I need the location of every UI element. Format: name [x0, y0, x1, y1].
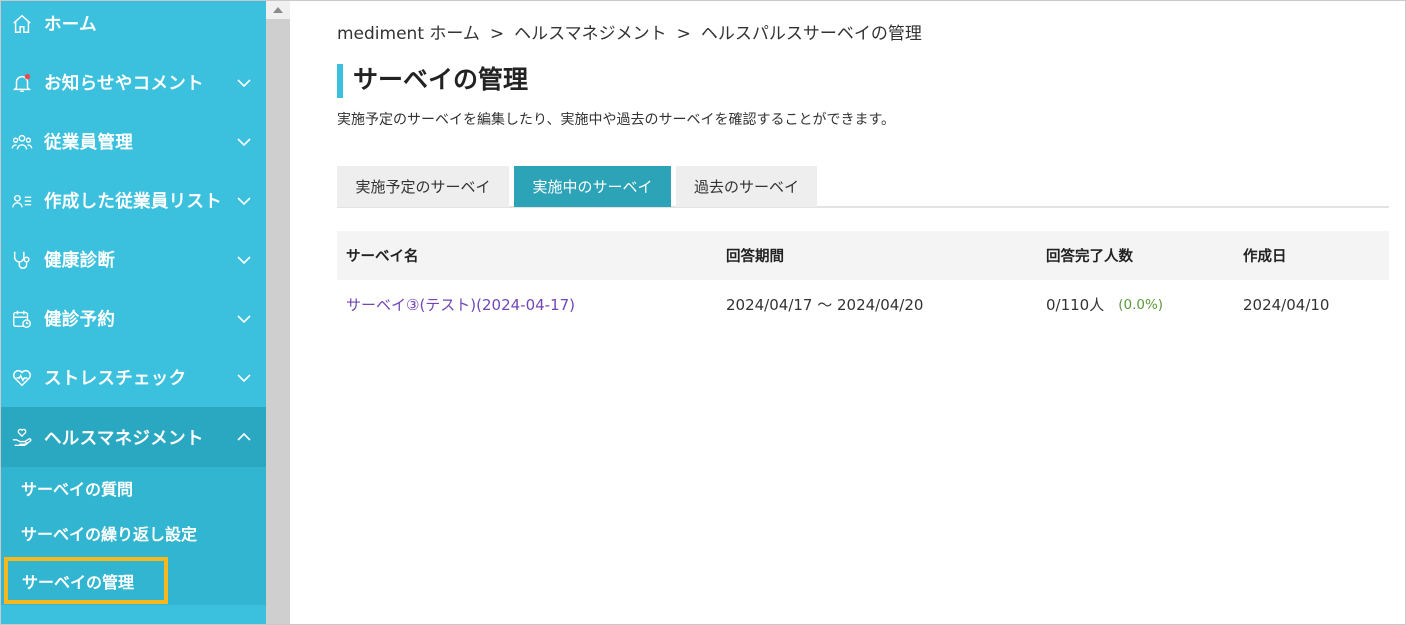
response-period: 2024/04/17 ～ 2024/04/20	[726, 296, 924, 314]
submenu-item-label: サーベイの質問	[21, 480, 134, 499]
home-icon	[10, 12, 34, 36]
chevron-down-icon[interactable]	[234, 73, 254, 93]
survey-table: サーベイ名 回答期間 回答完了人数 作成日 サーベイ③(テスト)(2024-04…	[337, 231, 1389, 314]
sidebar-item-label: 健康診断	[44, 251, 116, 271]
submenu-item-survey-management[interactable]: サーベイの管理	[4, 557, 168, 604]
hand-heart-icon	[10, 425, 34, 449]
page-title: サーベイの管理	[337, 64, 528, 98]
breadcrumb-health-management-link[interactable]: ヘルスマネジメント	[514, 24, 667, 44]
chevron-down-icon[interactable]	[234, 250, 254, 270]
column-header-response-period: 回答期間	[726, 249, 784, 265]
sidebar-item-label: 健診予約	[44, 310, 116, 330]
chevron-down-icon[interactable]	[234, 191, 254, 211]
column-header-survey-name: サーベイ名	[346, 249, 419, 265]
sidebar: ホーム お知らせやコメント 従業員管理 作成した従業員リスト 健康診断 健診予約…	[1, 1, 266, 624]
column-header-created-date: 作成日	[1243, 249, 1287, 265]
page-description: 実施予定のサーベイを編集したり、実施中や過去のサーベイを確認することができます。	[337, 112, 896, 128]
chevron-down-icon[interactable]	[234, 132, 254, 152]
submenu-item-label: サーベイの管理	[22, 572, 135, 592]
users-icon	[10, 130, 34, 154]
sidebar-item-checkup-booking[interactable]: 健診予約	[1, 289, 266, 348]
breadcrumb-current: ヘルスパルスサーベイの管理	[700, 24, 922, 44]
chevron-up-icon[interactable]	[234, 427, 254, 447]
sidebar-item-label: お知らせやコメント	[44, 74, 204, 94]
sidebar-item-stress-check[interactable]: ストレスチェック	[1, 348, 266, 407]
sidebar-scrollbar[interactable]	[266, 1, 290, 624]
chevron-down-icon[interactable]	[234, 309, 254, 329]
calendar-icon	[10, 307, 34, 331]
user-list-icon	[10, 189, 34, 213]
sidebar-item-label: ホーム	[44, 15, 97, 35]
tab-past-surveys[interactable]: 過去のサーベイ	[676, 166, 817, 207]
sidebar-item-label: ストレスチェック	[44, 369, 187, 389]
app-window: ホーム お知らせやコメント 従業員管理 作成した従業員リスト 健康診断 健診予約…	[0, 0, 1406, 625]
chevron-down-icon[interactable]	[234, 368, 254, 388]
stethoscope-icon	[10, 248, 34, 272]
tab-active-surveys[interactable]: 実施中のサーベイ	[514, 166, 671, 207]
sidebar-next-section	[1, 605, 266, 624]
sidebar-item-notifications[interactable]: お知らせやコメント	[1, 53, 266, 112]
survey-tabs: 実施予定のサーベイ 実施中のサーベイ 過去のサーベイ	[337, 166, 1389, 208]
survey-name-link[interactable]: サーベイ③(テスト)(2024-04-17)	[346, 280, 575, 329]
heart-icon	[10, 366, 34, 390]
sidebar-item-label: ヘルスマネジメント	[44, 428, 204, 449]
breadcrumb-separator: >	[676, 24, 691, 44]
completed-count-cell: 0/110人 (0.0%)	[1046, 280, 1163, 329]
scroll-up-arrow-icon[interactable]	[266, 1, 290, 19]
tab-scheduled-surveys[interactable]: 実施予定のサーベイ	[337, 166, 509, 207]
table-header: サーベイ名 回答期間 回答完了人数 作成日	[337, 231, 1389, 280]
sidebar-item-home[interactable]: ホーム	[1, 1, 266, 53]
sidebar-item-employees[interactable]: 従業員管理	[1, 112, 266, 171]
bell-icon	[10, 71, 34, 95]
sidebar-item-health-checkup[interactable]: 健康診断	[1, 230, 266, 289]
breadcrumb-separator: >	[489, 24, 505, 44]
created-date: 2024/04/10	[1243, 295, 1330, 314]
sidebar-item-label: 従業員管理	[44, 133, 133, 153]
table-row: サーベイ③(テスト)(2024-04-17) 2024/04/17 ～ 2024…	[337, 280, 1389, 329]
submenu-item-survey-repeat-settings[interactable]: サーベイの繰り返し設定	[1, 512, 266, 554]
breadcrumb-home-link[interactable]: mediment ホーム	[337, 24, 480, 44]
breadcrumb: mediment ホーム > ヘルスマネジメント > ヘルスパルスサーベイの管理	[337, 19, 926, 44]
submenu-item-survey-questions[interactable]: サーベイの質問	[1, 467, 266, 509]
submenu-item-label: サーベイの繰り返し設定	[21, 525, 198, 544]
sidebar-item-employee-lists[interactable]: 作成した従業員リスト	[1, 171, 266, 230]
completion-percent: (0.0%)	[1118, 296, 1164, 313]
sidebar-item-label: 作成した従業員リスト	[44, 192, 222, 212]
health-management-submenu: サーベイの質問 サーベイの繰り返し設定 サーベイの管理	[1, 467, 266, 624]
completed-count: 0/110人	[1046, 296, 1105, 314]
main-content: mediment ホーム > ヘルスマネジメント > ヘルスパルスサーベイの管理 サーベ…	[290, 1, 1405, 624]
sidebar-item-health-management[interactable]: ヘルスマネジメント	[1, 407, 266, 467]
column-header-completed-count: 回答完了人数	[1046, 249, 1133, 265]
